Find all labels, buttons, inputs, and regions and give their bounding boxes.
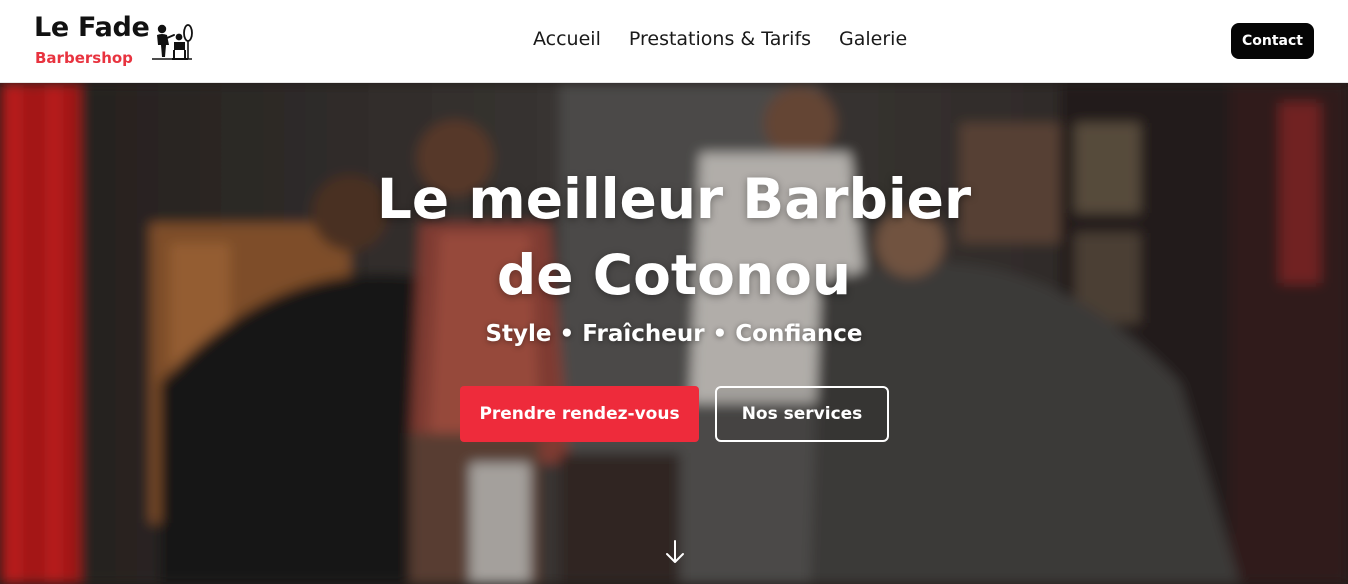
barber-chair-logo-icon	[152, 24, 193, 60]
hero-section: Le meilleur Barbier de Cotonou Style • F…	[0, 83, 1348, 584]
book-appointment-button[interactable]: Prendre rendez-vous	[460, 386, 699, 442]
hero-tagline: Style • Fraîcheur • Confiance	[485, 321, 863, 347]
nav-item-accueil[interactable]: Accueil	[533, 28, 601, 50]
brand-name: Le Fade	[34, 12, 150, 43]
brand-subtitle: Barbershop	[35, 49, 133, 67]
services-button[interactable]: Nos services	[715, 386, 889, 442]
arrow-down-icon[interactable]	[664, 539, 686, 565]
main-nav: Accueil Prestations & Tarifs Galerie	[533, 28, 907, 50]
hero-title-line-2: de Cotonou	[496, 243, 852, 307]
site-header: Le Fade Barbershop Accueil Prestations &…	[0, 0, 1348, 83]
nav-item-galerie[interactable]: Galerie	[839, 28, 907, 50]
hero-title-line-1: Le meilleur Barbier	[376, 167, 972, 231]
nav-item-prestations-tarifs[interactable]: Prestations & Tarifs	[629, 28, 811, 50]
contact-button[interactable]: Contact	[1231, 23, 1314, 59]
brand[interactable]: Le Fade Barbershop	[34, 12, 204, 70]
hero-title: Le meilleur Barbier de Cotonou	[374, 161, 974, 313]
